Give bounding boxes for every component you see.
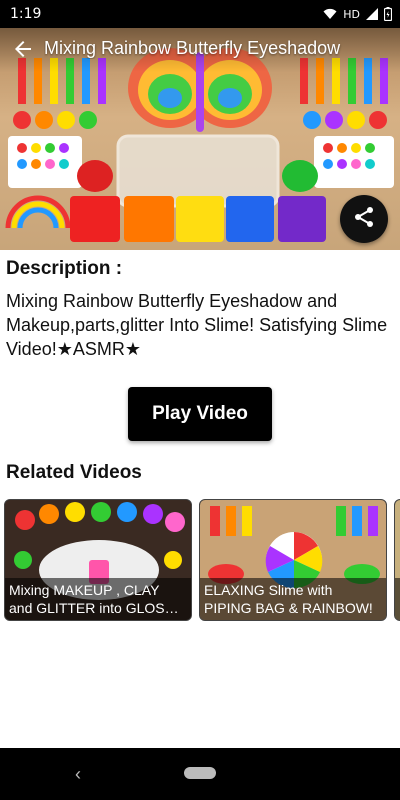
related-video-card[interactable] (394, 499, 400, 621)
nav-back-icon[interactable]: ‹ (68, 762, 88, 786)
description-heading: Description : (6, 258, 123, 279)
play-video-button[interactable]: Play Video (128, 387, 272, 441)
battery-icon (384, 7, 392, 21)
nav-home-pill[interactable] (184, 767, 216, 779)
related-video-card[interactable]: Mixing MAKEUP , CLAY and GLITTER into GL… (4, 499, 192, 621)
status-bar: 1:19 HD (0, 0, 400, 28)
caption-line: Mixing MAKEUP , CLAY (9, 582, 160, 598)
arrow-left-icon (11, 37, 35, 66)
caption-line: ELAXING Slime with (204, 582, 333, 598)
description-text: Mixing Rainbow Butterfly Eyeshadow and M… (6, 291, 388, 359)
signal-icon (366, 8, 378, 20)
related-videos-list[interactable]: Mixing MAKEUP , CLAY and GLITTER into GL… (0, 497, 400, 621)
status-time: 1:19 (10, 6, 42, 22)
share-icon (352, 205, 376, 234)
back-button[interactable] (8, 36, 38, 66)
related-video-caption (395, 578, 400, 620)
related-video-caption: Mixing MAKEUP , CLAY and GLITTER into GL… (5, 578, 191, 620)
wifi-icon (323, 8, 337, 20)
related-video-caption: ELAXING Slime with PIPING BAG & RAINBOW! (200, 578, 386, 620)
page-title: Mixing Rainbow Butterfly Eyeshadow (44, 38, 341, 58)
status-icons: HD (323, 7, 392, 21)
system-nav-bar: ‹ (0, 748, 400, 800)
caption-line: and GLITTER into GLOSS… (9, 600, 187, 616)
hd-icon: HD (343, 7, 360, 21)
video-thumbnail[interactable]: Mixing Rainbow Butterfly Eyeshadow (0, 28, 400, 250)
related-videos-heading: Related Videos (6, 462, 142, 483)
share-button[interactable] (340, 195, 388, 243)
caption-line: PIPING BAG & RAINBOW! (204, 600, 373, 616)
related-video-card[interactable]: ELAXING Slime with PIPING BAG & RAINBOW! (199, 499, 387, 621)
